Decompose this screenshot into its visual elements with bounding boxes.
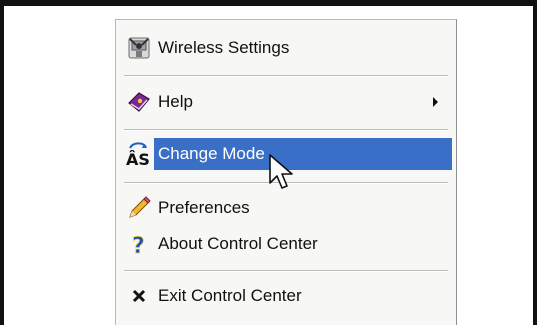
menu-item-about[interactable]: ? About Control Center [120, 228, 452, 260]
menu-separator [124, 75, 448, 77]
menu-item-label: Help [158, 92, 193, 111]
menu-item-label: Exit Control Center [158, 286, 302, 305]
close-x-icon [124, 283, 154, 309]
pencil-icon [124, 195, 154, 221]
menu-separator [124, 129, 448, 131]
menu-item-label: Wireless Settings [158, 38, 290, 57]
wireless-icon [124, 35, 154, 61]
menu-item-exit[interactable]: Exit Control Center [120, 280, 452, 312]
menu-item-help[interactable]: Help [120, 86, 452, 118]
change-mode-icon: ÂS [120, 138, 154, 170]
menu-item-wireless-settings[interactable]: Wireless Settings [120, 32, 452, 64]
question-icon: ? [124, 231, 154, 257]
svg-text:ÂS: ÂS [126, 150, 150, 168]
mouse-cursor-icon [269, 154, 293, 189]
menu-item-label: About Control Center [158, 234, 318, 253]
menu-item-label: Preferences [158, 198, 250, 217]
svg-text:?: ? [132, 234, 145, 257]
help-book-icon [124, 89, 154, 115]
menu-item-label: Change Mode [158, 144, 265, 163]
menu-item-preferences[interactable]: Preferences [120, 192, 452, 224]
submenu-arrow-icon [433, 97, 438, 107]
menu-separator [124, 270, 448, 272]
